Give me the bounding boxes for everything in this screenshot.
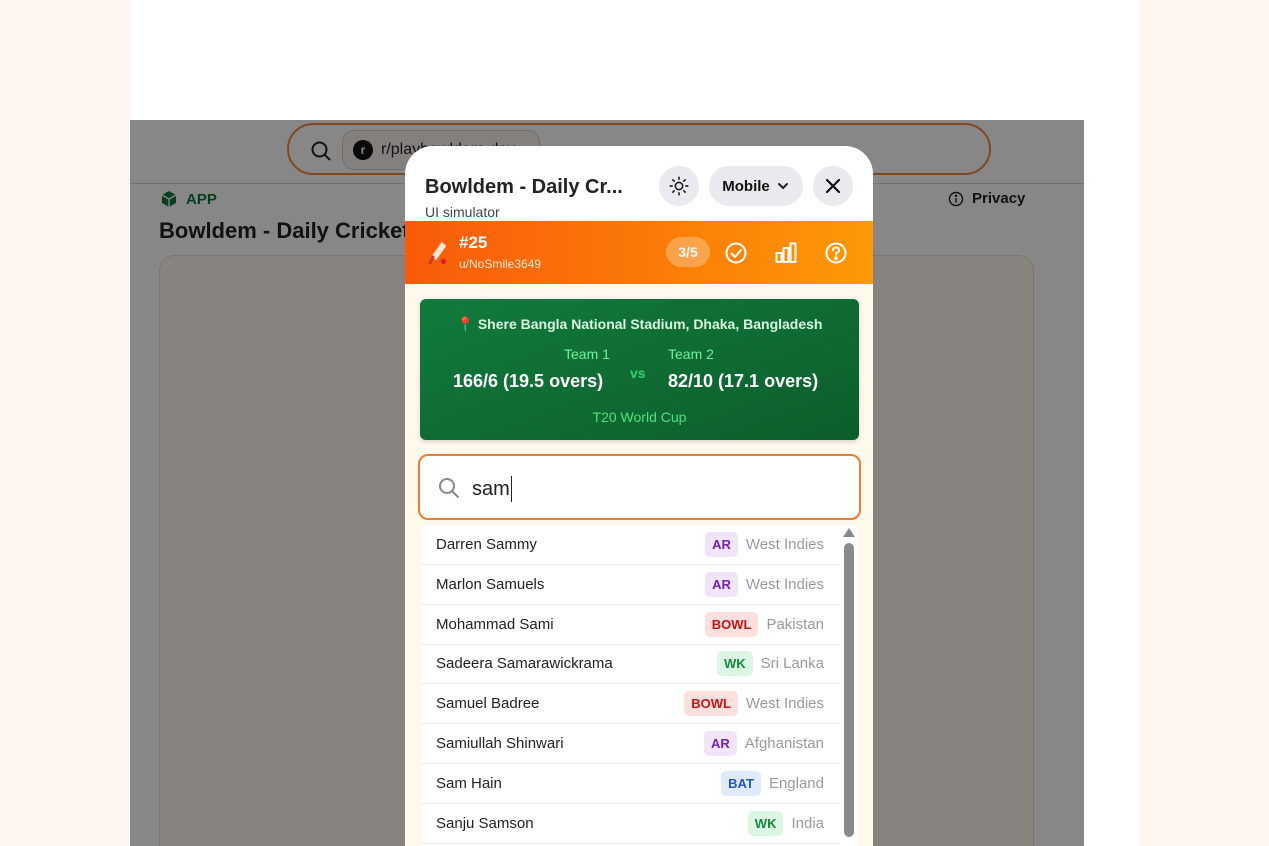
role-badge: WK [716,651,753,677]
player-name: Sanju Samson [436,814,534,832]
player-country: Sri Lanka [760,655,824,673]
check-circle-icon[interactable] [723,240,749,266]
role-badge: AR [705,532,738,557]
player-name: Marlon Samuels [436,575,545,593]
team1-score: 166/6 (19.5 overs) [453,371,604,391]
player-name: Samuel Badree [436,695,540,713]
role-badge: AR [705,571,738,597]
player-meta: WK India [747,810,824,836]
player-name: Darren Sammy [436,536,537,553]
player-name: Samiullah Shinwari [436,735,564,752]
cricket-bat-icon [428,241,447,265]
match-venue: 📍 Shere Bangla National Stadium, Dhaka, … [456,316,823,332]
match-card: 📍 Shere Bangla National Stadium, Dhaka, … [420,299,859,440]
player-name: Mohammad Sami [436,615,554,633]
player-country: England [768,774,824,792]
close-icon [825,178,841,194]
player-meta: BOWL West Indies [684,691,824,717]
chevron-down-icon [777,183,788,189]
search-result-item[interactable]: Samiullah Shinwari AR Afghanistan [421,724,840,764]
role-badge: AR [703,731,737,756]
search-input-value: sam [472,476,512,502]
search-result-item[interactable]: Samuel Badree BOWL West Indies [421,684,840,725]
search-results-list: Sanju Samson WK India Sam Hain BAT England Sam… [421,525,858,846]
player-country: India [791,814,824,832]
help-circle-icon[interactable] [823,240,849,266]
role-badge: BAT [721,770,761,796]
game-header: #25 u/NoSmile3649 3/5 [405,221,873,284]
theme-toggle-button[interactable] [659,166,699,206]
team1-label: Team 1 [564,346,610,362]
player-meta: AR Afghanistan [703,731,824,756]
search-result-item[interactable]: Darren Sammy AR West Indies [421,525,840,565]
search-result-item[interactable]: Sam Hain BAT England [421,764,840,804]
player-meta: BOWL Pakistan [704,611,824,637]
puzzle-number: #25 [459,233,488,252]
player-search-input[interactable]: sam [418,454,861,520]
close-button[interactable] [813,166,853,206]
role-badge: BOWL [684,691,738,717]
tournament-name: T20 World Cup [592,409,687,425]
search-result-item[interactable]: Sadeera Samarawickrama WK Sri Lanka [421,644,840,685]
ui-simulator-modal: Bowldem - Daily Cr... UI simulator Mobil… [405,146,873,846]
team2-label: Team 2 [668,346,714,362]
player-country: West Indies [745,695,824,713]
bar-chart-icon[interactable] [773,240,799,266]
search-result-item[interactable]: Marlon Samuels AR West Indies [421,565,840,605]
role-badge: BOWL [704,611,759,637]
scrollbar-thumb[interactable] [844,543,854,837]
player-meta: WK Sri Lanka [716,651,824,677]
player-meta: AR West Indies [705,571,824,597]
game-view: #25 u/NoSmile3649 3/5 📍 Shere Bangla Nat… [405,221,873,846]
sun-icon [669,176,689,196]
role-badge: WK [747,810,784,836]
player-country: Pakistan [766,615,824,633]
puzzle-author: u/NoSmile3649 [459,257,542,271]
search-result-item[interactable]: Mohammad Sami BOWL Pakistan [421,605,840,645]
player-name: Sam Hain [436,774,502,792]
player-meta: AR West Indies [705,532,824,557]
scrollbar-up-arrow[interactable] [843,528,855,537]
search-icon [439,478,460,499]
team2-score: 82/10 (17.1 overs) [668,371,819,391]
player-country: West Indies [745,575,824,593]
search-result-item[interactable]: Sanju Samson WK India [421,804,840,844]
device-select-label: Mobile [722,177,770,195]
modal-title: Bowldem - Daily Cr... [425,176,623,198]
vs-label: vs [630,365,646,381]
player-meta: BAT England [721,770,824,796]
player-country: Afghanistan [744,735,824,752]
player-country: West Indies [745,536,824,553]
player-name: Sadeera Samarawickrama [436,655,613,673]
guess-counter: 3/5 [666,237,710,267]
modal-subtitle: UI simulator [425,204,500,220]
device-select[interactable]: Mobile [709,166,803,206]
